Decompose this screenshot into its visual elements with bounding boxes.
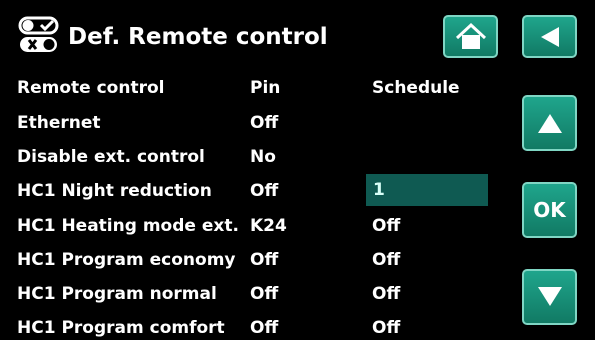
table-row[interactable]: Disable ext. control No <box>17 145 487 169</box>
scroll-down-button[interactable] <box>522 269 577 325</box>
schedule-value[interactable]: Off <box>372 282 400 306</box>
up-arrow-icon <box>537 114 562 133</box>
table-row[interactable]: HC1 Program comfort Off Off <box>17 316 487 340</box>
row-label: HC1 Heating mode ext. <box>17 216 239 236</box>
table-row[interactable]: Ethernet Off <box>17 111 487 135</box>
pin-value[interactable]: Off <box>250 282 278 306</box>
back-button[interactable] <box>522 15 577 58</box>
toggle-switch-icon <box>18 16 59 52</box>
pin-value[interactable]: No <box>250 145 276 169</box>
down-arrow-icon <box>537 287 562 306</box>
header-schedule: Schedule <box>372 78 460 98</box>
home-button[interactable] <box>443 15 498 58</box>
row-label: HC1 Program normal <box>17 284 217 304</box>
pin-value[interactable]: K24 <box>250 214 287 238</box>
row-label: HC1 Program comfort <box>17 318 225 338</box>
home-icon <box>455 22 486 49</box>
table-row[interactable]: HC1 Program normal Off Off <box>17 282 487 306</box>
table-header: Remote control Pin Schedule <box>17 76 487 100</box>
table-row[interactable]: HC1 Program economy Off Off <box>17 248 487 272</box>
pin-value[interactable]: Off <box>250 316 278 340</box>
schedule-value[interactable]: Off <box>372 248 400 272</box>
table-row[interactable]: HC1 Heating mode ext. K24 Off <box>17 214 487 238</box>
ok-button[interactable]: OK <box>522 182 577 238</box>
row-label: Disable ext. control <box>17 147 205 167</box>
row-label: HC1 Night reduction <box>17 181 212 201</box>
header-pin: Pin <box>250 78 281 98</box>
row-label: Ethernet <box>17 113 101 133</box>
row-label: HC1 Program economy <box>17 250 236 270</box>
scroll-up-button[interactable] <box>522 95 577 151</box>
schedule-value[interactable]: Off <box>372 214 400 238</box>
back-arrow-icon <box>540 26 559 47</box>
page-title: Def. Remote control <box>68 24 328 50</box>
pin-value[interactable]: Off <box>250 179 278 203</box>
header-remote-control: Remote control <box>17 78 165 98</box>
pin-value[interactable]: Off <box>250 111 278 135</box>
schedule-value[interactable]: 1 <box>373 180 385 200</box>
table-row[interactable]: HC1 Night reduction Off <box>17 179 487 203</box>
pin-value[interactable]: Off <box>250 248 278 272</box>
schedule-value[interactable]: Off <box>372 316 400 340</box>
